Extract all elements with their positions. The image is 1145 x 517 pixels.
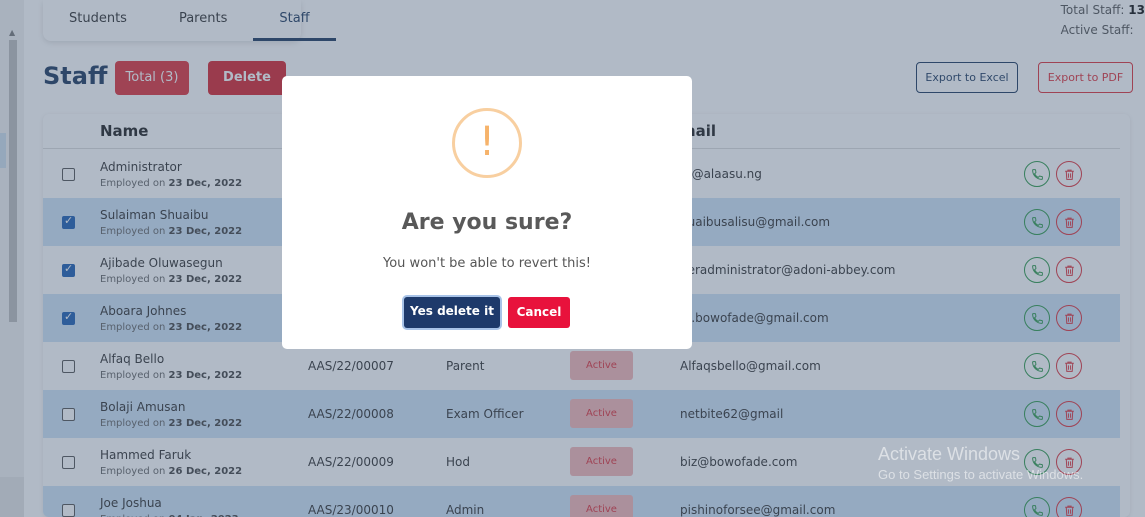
confirm-dialog: ! Are you sure? You won't be able to rev…: [282, 76, 692, 349]
watermark-line-2: Go to Settings to activate Windows.: [878, 467, 1084, 482]
dialog-title: Are you sure?: [401, 210, 573, 235]
warning-icon: !: [452, 108, 522, 178]
dialog-message: You won't be able to revert this!: [383, 256, 591, 271]
watermark-line-1: Activate Windows: [878, 444, 1021, 464]
confirm-delete-button[interactable]: Yes delete it: [404, 297, 500, 328]
cancel-button[interactable]: Cancel: [508, 297, 570, 328]
windows-activation-watermark: Activate Windows Go to Settings to activ…: [878, 444, 1083, 482]
